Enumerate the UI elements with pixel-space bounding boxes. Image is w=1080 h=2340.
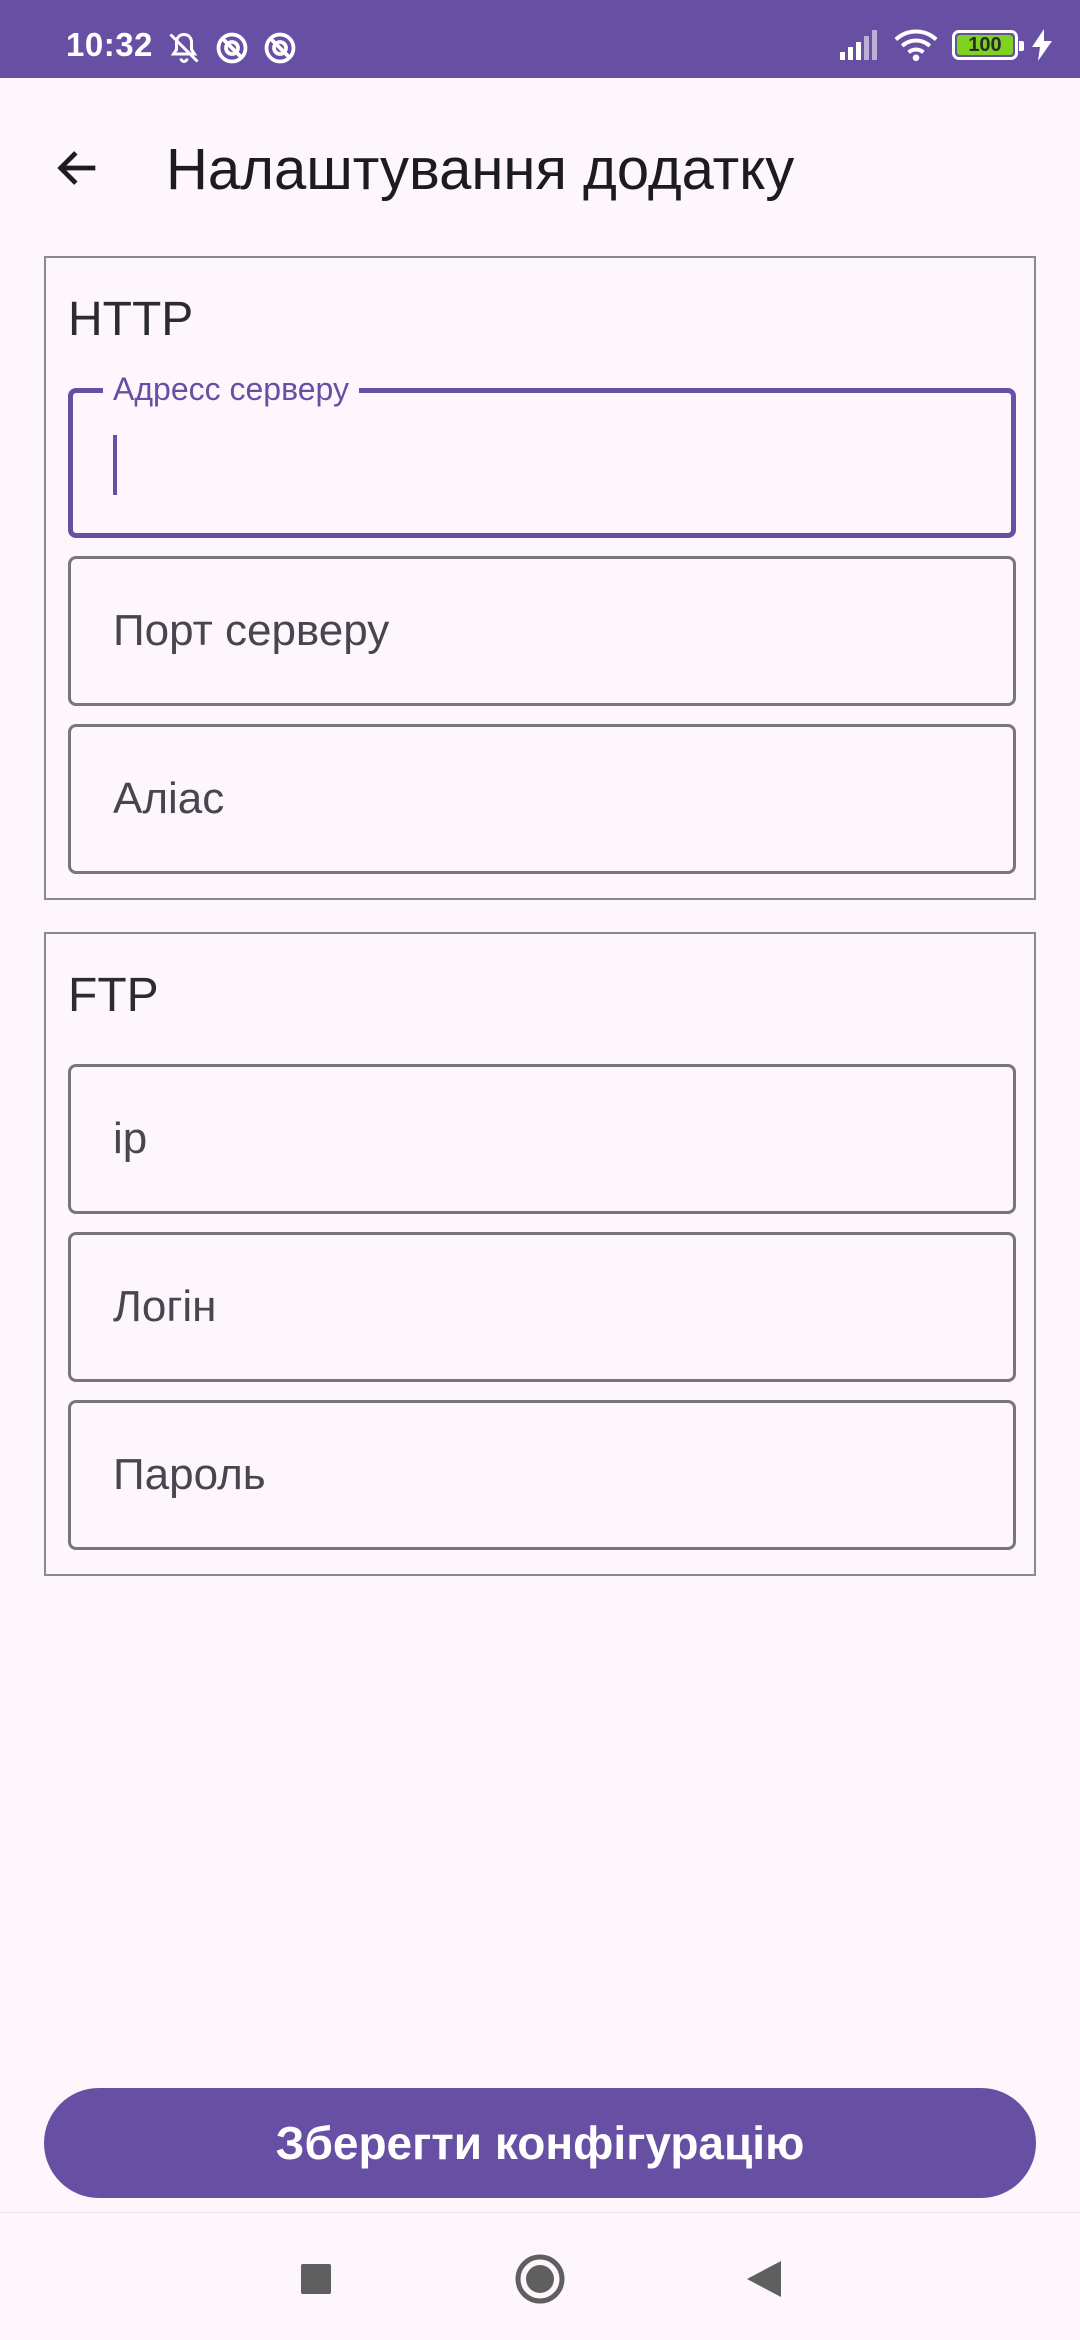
blocked-icon — [264, 32, 296, 64]
charging-icon — [1032, 29, 1052, 61]
alias-label: Аліас — [113, 774, 225, 823]
notifications-muted-icon — [169, 32, 199, 63]
battery-icon: 100 — [952, 30, 1024, 60]
arrow-left-icon — [57, 151, 96, 185]
ftp-login-label: Логін — [113, 1282, 217, 1331]
alias-field[interactable]: Аліас — [68, 724, 1016, 874]
status-left-icons — [166, 30, 298, 66]
battery-tip — [1019, 41, 1024, 51]
http-section: HTTP Адресс серверу Порт серверу Аліас — [44, 256, 1036, 900]
status-time: 10:32 — [66, 26, 153, 63]
back-button[interactable] — [42, 132, 114, 204]
status-bar: 10:32 100 — [0, 0, 1080, 78]
ftp-password-field[interactable]: Пароль — [68, 1400, 1016, 1550]
system-back-button[interactable] — [734, 2249, 794, 2309]
ftp-section: FTP ip Логін Пароль — [44, 932, 1036, 1576]
system-nav-bar — [0, 2212, 1080, 2340]
ftp-ip-field[interactable]: ip — [68, 1064, 1016, 1214]
wifi-icon — [894, 29, 938, 62]
save-configuration-button[interactable]: Зберегти конфігурацію — [44, 2088, 1036, 2198]
section-title-ftp: FTP — [68, 969, 159, 1022]
cellular-signal-icon — [840, 30, 877, 60]
back-triangle-icon — [747, 2261, 781, 2297]
server-port-field[interactable]: Порт серверу — [68, 556, 1016, 706]
home-button[interactable] — [510, 2249, 570, 2309]
blocked-icon — [216, 32, 248, 64]
ftp-login-field[interactable]: Логін — [68, 1232, 1016, 1382]
section-title-http: HTTP — [68, 293, 194, 346]
page-title: Налаштування додатку — [166, 137, 795, 202]
server-port-label: Порт серверу — [113, 606, 390, 655]
ftp-ip-label: ip — [113, 1114, 148, 1163]
home-circle-icon — [515, 2254, 565, 2304]
text-cursor — [113, 435, 117, 495]
recents-square-icon — [301, 2264, 331, 2294]
top-app-bar: Налаштування додатку — [0, 78, 1080, 260]
battery-level: 100 — [968, 33, 1002, 56]
recents-button[interactable] — [286, 2249, 346, 2309]
status-right-icons: 100 — [838, 28, 1052, 62]
ftp-password-label: Пароль — [113, 1450, 266, 1499]
server-address-label: Адресс серверу — [103, 371, 359, 408]
server-address-field[interactable]: Адресс серверу — [68, 371, 1016, 538]
